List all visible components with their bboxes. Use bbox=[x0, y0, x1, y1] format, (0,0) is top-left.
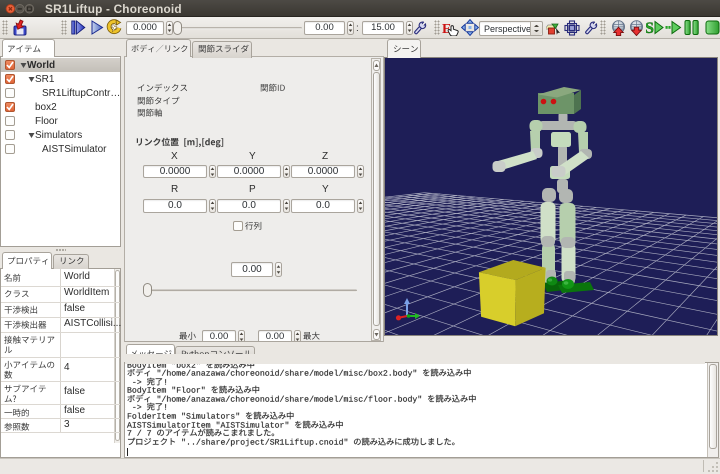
svg-text:S: S bbox=[646, 20, 654, 36]
